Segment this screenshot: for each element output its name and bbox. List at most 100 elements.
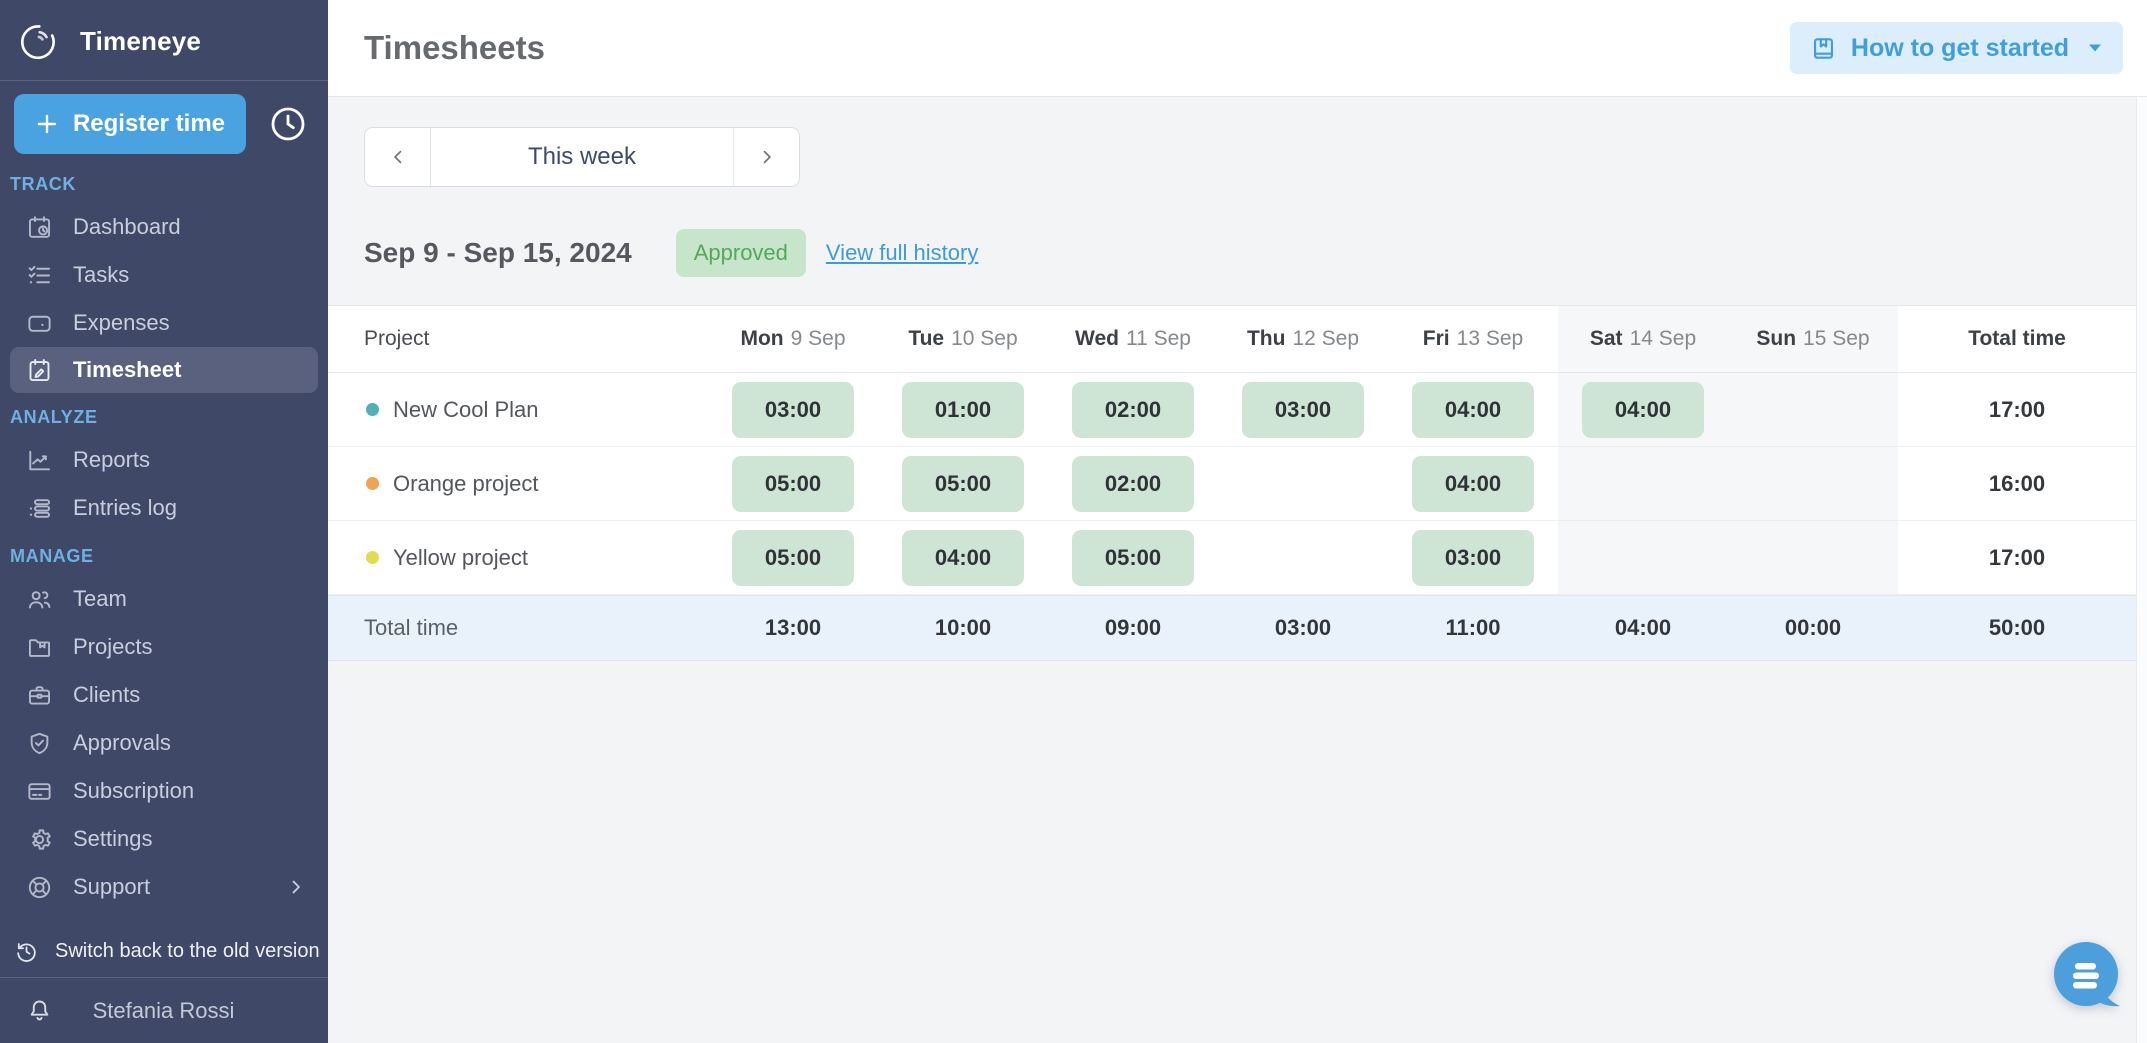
how-to-get-started-button[interactable]: How to get started	[1790, 22, 2123, 74]
time-entry-pill[interactable]: 04:00	[902, 530, 1024, 586]
next-week-button[interactable]	[733, 128, 799, 186]
hour-cell[interactable]	[1218, 447, 1388, 520]
divider	[0, 80, 328, 81]
project-color-dot	[366, 403, 379, 416]
time-entry-pill[interactable]: 05:00	[732, 456, 854, 512]
time-entry-pill[interactable]: 01:00	[902, 382, 1024, 438]
section-label-track: TRACK	[0, 164, 328, 203]
column-header-day: Sat14 Sep	[1558, 306, 1728, 372]
section-label-manage: MANAGE	[0, 532, 328, 575]
hour-cell[interactable]	[1218, 521, 1388, 594]
sidebar-item-approvals[interactable]: Approvals	[0, 719, 328, 767]
sidebar-item-timesheet[interactable]: Timesheet	[10, 347, 318, 393]
total-cell: 04:00	[1558, 615, 1728, 641]
dashboard-icon	[26, 214, 53, 241]
user-name[interactable]: Stefania Rossi	[93, 998, 235, 1024]
hour-cell: 04:00	[1388, 447, 1558, 520]
total-cell: 11:00	[1388, 615, 1558, 641]
time-entry-pill[interactable]: 02:00	[1072, 456, 1194, 512]
section-label-analyze: ANALYZE	[0, 393, 328, 436]
project-name[interactable]: Orange project	[393, 471, 539, 497]
hour-cell: 05:00	[708, 447, 878, 520]
scrollbar-track[interactable]	[2136, 97, 2147, 1043]
week-label[interactable]: This week	[431, 128, 733, 186]
view-full-history-link[interactable]: View full history	[826, 240, 978, 266]
sidebar-item-label: Dashboard	[73, 214, 181, 240]
sidebar-item-dashboard[interactable]: Dashboard	[0, 203, 328, 251]
book-icon	[1810, 35, 1837, 62]
table-row: Orange project 05:00 05:00 02:00 04:00 1…	[328, 447, 2136, 521]
time-entry-pill[interactable]: 05:00	[902, 456, 1024, 512]
sidebar-item-reports[interactable]: Reports	[0, 436, 328, 484]
project-color-dot	[366, 477, 379, 490]
row-total: 17:00	[1898, 397, 2136, 423]
column-header-total: Total time	[1898, 327, 2136, 351]
reports-chart-icon	[26, 447, 53, 474]
hour-cell: 04:00	[1388, 373, 1558, 446]
time-entry-pill[interactable]: 02:00	[1072, 382, 1194, 438]
time-entry-pill[interactable]: 05:00	[1072, 530, 1194, 586]
sidebar-item-support[interactable]: Support	[0, 863, 328, 911]
week-navigator: This week	[364, 127, 800, 187]
sidebar-item-entries-log[interactable]: Entries log	[0, 484, 328, 532]
project-cell: Yellow project	[328, 545, 708, 571]
project-name[interactable]: Yellow project	[393, 545, 528, 571]
sidebar-spacer	[0, 911, 328, 925]
timer-clock-icon[interactable]	[268, 104, 308, 144]
total-cell: 03:00	[1218, 615, 1388, 641]
sidebar-item-label: Subscription	[73, 778, 194, 804]
row-total: 16:00	[1898, 471, 2136, 497]
time-entry-pill[interactable]: 03:00	[1412, 530, 1534, 586]
time-entry-pill[interactable]: 05:00	[732, 530, 854, 586]
chat-widget-button[interactable]	[2047, 937, 2127, 1017]
time-entry-pill[interactable]: 04:00	[1412, 382, 1534, 438]
hour-cell[interactable]	[1728, 521, 1898, 594]
notifications-bell-icon[interactable]	[26, 997, 53, 1024]
entries-log-icon	[26, 495, 53, 522]
support-lifering-icon	[26, 874, 53, 901]
brand-row: Timeneye	[0, 0, 328, 80]
total-cell: 13:00	[708, 615, 878, 641]
subscription-card-icon	[26, 778, 53, 805]
switch-old-version-button[interactable]: Switch back to the old version	[0, 925, 328, 977]
time-entry-pill[interactable]: 04:00	[1582, 382, 1704, 438]
time-entry-pill[interactable]: 03:00	[1242, 382, 1364, 438]
chevron-right-icon	[286, 877, 306, 897]
switch-old-version-label: Switch back to the old version	[55, 940, 320, 963]
sidebar-item-label: Expenses	[73, 310, 170, 336]
hour-cell[interactable]	[1728, 447, 1898, 520]
hour-cell[interactable]	[1558, 521, 1728, 594]
timesheet-table: Project Mon9 Sep Tue10 Sep Wed11 Sep Thu…	[328, 305, 2136, 661]
register-time-button[interactable]: Register time	[14, 94, 246, 154]
sidebar-item-label: Approvals	[73, 730, 171, 756]
approvals-shield-icon	[26, 730, 53, 757]
project-name[interactable]: New Cool Plan	[393, 397, 539, 423]
time-entry-pill[interactable]: 04:00	[1412, 456, 1534, 512]
sidebar-item-tasks[interactable]: Tasks	[0, 251, 328, 299]
date-range: Sep 9 - Sep 15, 2024	[364, 237, 632, 269]
total-row: Total time 13:00 10:00 09:00 03:00 11:00…	[328, 595, 2136, 661]
sidebar-item-subscription[interactable]: Subscription	[0, 767, 328, 815]
previous-week-button[interactable]	[365, 128, 431, 186]
team-people-icon	[26, 586, 53, 613]
time-entry-pill[interactable]: 03:00	[732, 382, 854, 438]
sidebar-item-clients[interactable]: Clients	[0, 671, 328, 719]
hour-cell[interactable]	[1558, 447, 1728, 520]
app: Timeneye Register time TRACK	[0, 0, 2147, 1043]
period-row: Sep 9 - Sep 15, 2024 Approved View full …	[364, 227, 2147, 279]
sidebar-item-settings[interactable]: Settings	[0, 815, 328, 863]
sidebar-item-projects[interactable]: Projects	[0, 623, 328, 671]
history-icon	[14, 939, 39, 964]
sidebar-item-expenses[interactable]: Expenses	[0, 299, 328, 347]
row-total: 17:00	[1898, 545, 2136, 571]
hour-cell[interactable]	[1728, 373, 1898, 446]
how-to-get-started-label: How to get started	[1851, 34, 2069, 63]
register-row: Register time	[14, 94, 318, 154]
page-header: Timesheets How to get started	[328, 0, 2147, 97]
hour-cell: 03:00	[708, 373, 878, 446]
hour-cell: 03:00	[1388, 521, 1558, 594]
settings-gear-icon	[26, 826, 53, 853]
column-header-day: Thu12 Sep	[1218, 306, 1388, 372]
hour-cell: 02:00	[1048, 373, 1218, 446]
sidebar-item-team[interactable]: Team	[0, 575, 328, 623]
